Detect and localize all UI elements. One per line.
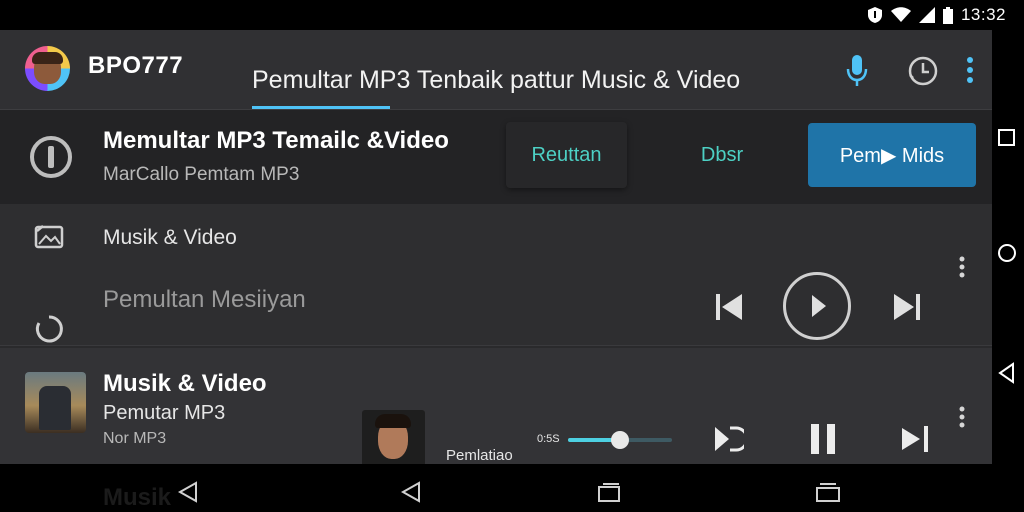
track-title: Musik & Video: [103, 370, 267, 397]
info-icon: [28, 134, 74, 185]
faded-label: Musik: [103, 484, 172, 511]
album-art[interactable]: [25, 372, 86, 433]
signal-icon: [918, 7, 935, 23]
track-artist: Pemutar MP3: [103, 402, 226, 424]
app-brand: BPO777: [88, 52, 184, 79]
tab-main[interactable]: Pemultar MP3 Tenbaik pattur Music & Vide…: [252, 66, 740, 95]
home-icon[interactable]: [997, 243, 1017, 268]
pause-icon[interactable]: [809, 422, 837, 461]
now-playing-caption: Pemlatiao: [446, 447, 513, 464]
app-window: BPO777 Pemultar MP3 Tenbaik pattur Music…: [0, 30, 992, 468]
panel-label-1[interactable]: Musik & Video: [103, 226, 237, 250]
featured-subtitle: MarCallo Pemtam MP3: [103, 164, 300, 185]
app-header: BPO777 Pemultar MP3 Tenbaik pattur Music…: [0, 30, 992, 110]
panel-label-2[interactable]: Pemultan Mesiiyan: [103, 286, 306, 314]
history-icon[interactable]: [907, 55, 939, 92]
status-icons: 13:32: [867, 5, 1006, 24]
player-panel: Musik & Video Pemultan Mesiiyan: [0, 204, 992, 346]
battery-icon: [942, 6, 953, 24]
seek-bar[interactable]: [568, 431, 672, 449]
track-more-icon[interactable]: [958, 406, 966, 433]
system-navbar: [992, 30, 1024, 512]
play-button[interactable]: [783, 272, 851, 340]
loading-icon: [34, 314, 64, 349]
mic-icon[interactable]: [846, 54, 868, 93]
tab-indicator: [252, 106, 390, 109]
logo-hair: [32, 52, 63, 64]
shield-icon: [867, 6, 883, 24]
back-icon[interactable]: [176, 481, 200, 508]
track-album: Nor MP3: [103, 430, 167, 447]
replay-icon[interactable]: [712, 424, 749, 459]
back-icon[interactable]: [997, 362, 1017, 389]
featured-card: Memultar MP3 Temailc &Video MarCallo Pem…: [0, 110, 992, 204]
app-logo[interactable]: [25, 46, 70, 91]
elapsed-time: 0:5S: [537, 433, 560, 445]
avatar[interactable]: [362, 410, 425, 468]
image-icon: [34, 222, 64, 257]
text-button[interactable]: Dbsr: [668, 122, 776, 188]
skip-previous-icon[interactable]: [714, 292, 744, 327]
more-vert-icon[interactable]: [966, 56, 974, 89]
status-bar: 13:32: [0, 0, 1024, 30]
now-playing-bar: Musik & Video Pemutar MP3 Nor MP3 Pemlat…: [0, 348, 992, 468]
play-icon: [812, 295, 826, 317]
panel-more-icon[interactable]: [958, 256, 966, 283]
next-track-icon[interactable]: [900, 424, 932, 459]
recents-icon[interactable]: [597, 483, 621, 508]
bottom-bar: Musik: [0, 464, 992, 512]
overview-icon[interactable]: [997, 128, 1017, 153]
wifi-icon: [890, 7, 911, 23]
avatar-hair: [375, 414, 411, 428]
clock: 13:32: [960, 5, 1006, 24]
seek-handle[interactable]: [611, 431, 629, 449]
album-art-figure: [39, 386, 71, 430]
skip-next-icon[interactable]: [892, 292, 922, 327]
primary-button[interactable]: Pem▶ Mids: [808, 123, 976, 187]
back-icon[interactable]: [399, 481, 423, 508]
featured-title: Memultar MP3 Temailc &Video: [103, 127, 449, 154]
multiwindow-icon[interactable]: [815, 483, 841, 508]
ghost-button[interactable]: Reuttan: [506, 122, 627, 188]
